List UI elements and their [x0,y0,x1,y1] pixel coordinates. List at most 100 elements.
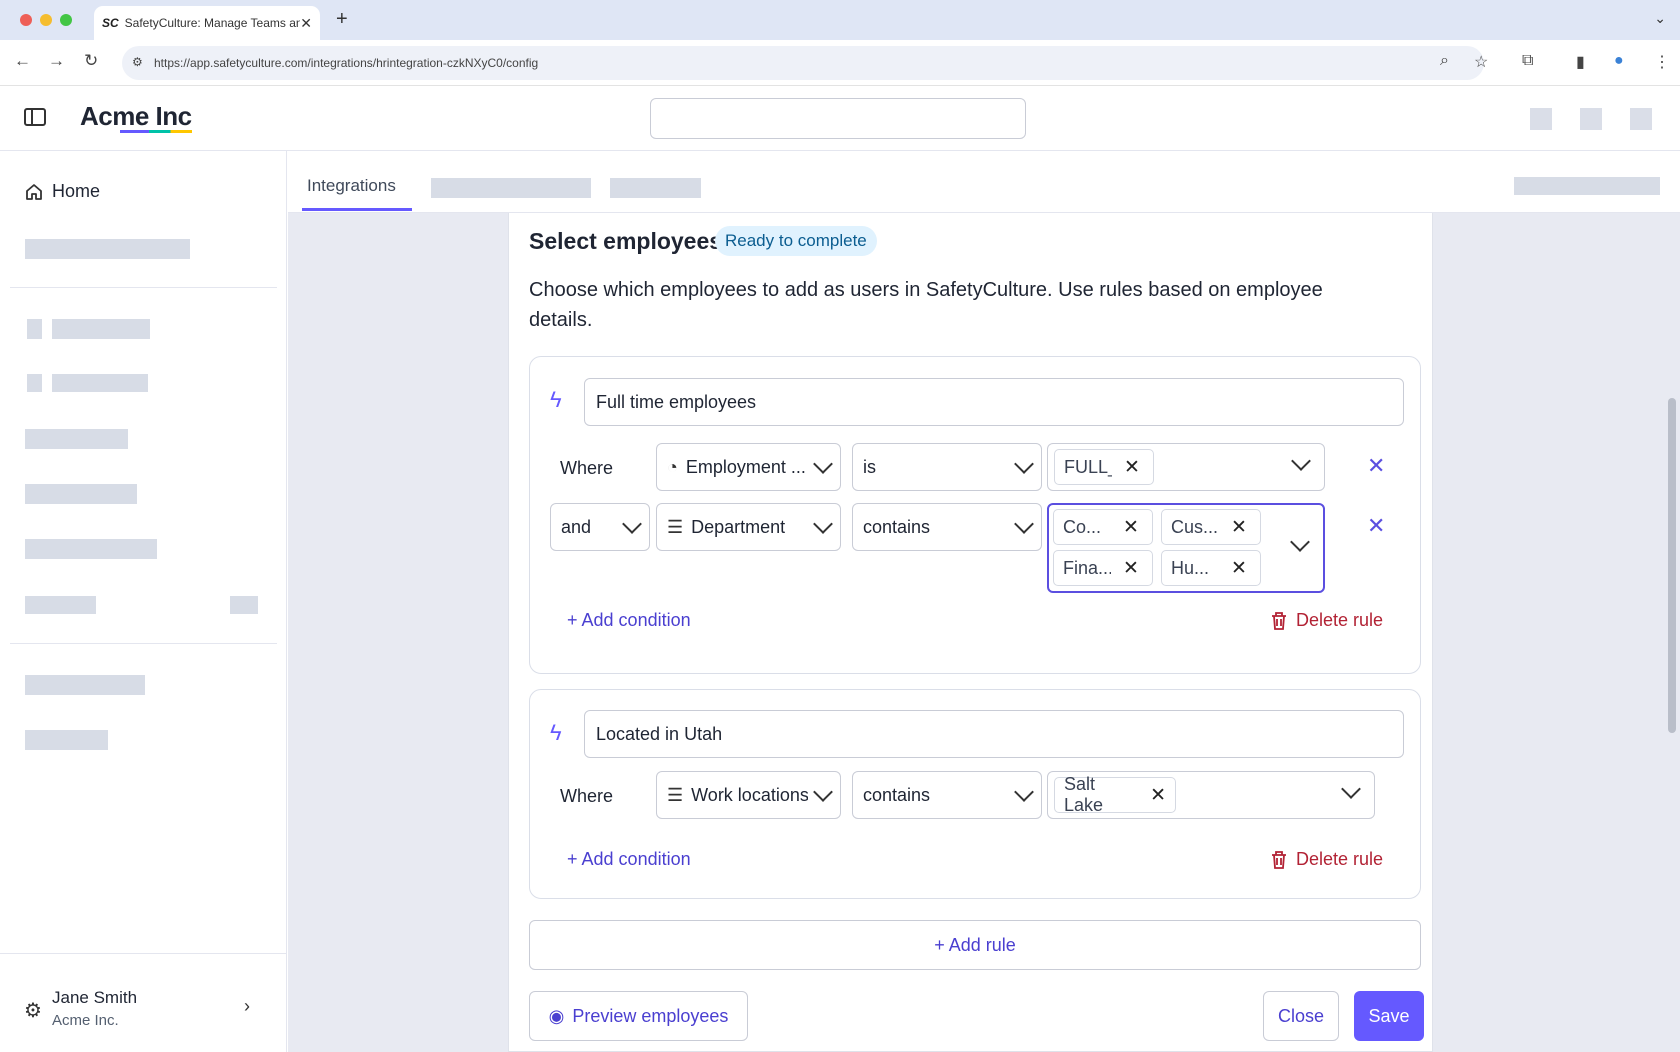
remove-chip-icon[interactable]: ✕ [1123,557,1139,580]
sidebar-placeholder[interactable] [52,319,150,339]
remove-chip-icon[interactable]: ✕ [1123,516,1139,539]
page-tabs: Integrations [288,151,1680,213]
preview-employees-button[interactable]: ◉ Preview employees [529,991,748,1041]
status-badge: Ready to complete [715,226,877,256]
tab-placeholder[interactable] [1514,177,1660,195]
save-button[interactable]: Save [1354,991,1424,1041]
user-menu[interactable]: ⚙ Jane Smith Acme Inc. › [0,953,287,1052]
close-tab-icon[interactable]: ✕ [300,15,312,32]
new-tab-icon[interactable]: + [336,8,348,31]
sidebar-placeholder [27,374,42,392]
condition-prefix: Where [560,786,614,806]
operator-select[interactable]: contains [852,503,1042,551]
address-bar[interactable]: ⚙ https://app.safetyculture.com/integrat… [122,46,1484,80]
operator-select[interactable]: contains [852,771,1042,819]
remove-chip-icon[interactable]: ✕ [1231,516,1247,539]
bookmark-star-icon[interactable]: ☆ [1474,52,1488,72]
browser-menu-icon[interactable]: ⋮ [1654,52,1670,72]
add-condition-button[interactable]: + Add condition [567,610,691,631]
forward-icon[interactable]: → [48,51,65,71]
sidebar-placeholder [27,319,42,339]
list-icon: ☰ [667,516,684,537]
condition-prefix: Where [560,458,614,478]
sidebar-divider [10,287,277,288]
remove-condition-icon[interactable]: ✕ [1367,453,1385,479]
value-chip: Hu... ✕ [1161,550,1261,586]
zoom-icon[interactable]: ⌕ [1440,52,1449,70]
operator-select[interactable]: is [852,443,1042,491]
value-multiselect[interactable]: Salt Lake ✕ [1047,771,1375,819]
profile-avatar-icon[interactable]: ● [1614,52,1624,70]
sidebar-placeholder[interactable] [25,484,137,504]
sidebar-toggle-icon[interactable] [24,108,46,126]
delete-rule-button[interactable]: Delete rule [1270,849,1383,870]
field-select[interactable]: ◔ Employment ... [656,443,841,491]
field-select[interactable]: ☰ Department [656,503,841,551]
sidebar-item-label: Home [52,181,101,201]
rule-name-input[interactable]: Located in Utah [584,710,1404,758]
value-multiselect[interactable]: Co... ✕ Cus... ✕ Fina... ✕ Hu... ✕ [1047,503,1325,593]
chevron-right-icon: › [244,996,250,1016]
sidebar-placeholder[interactable] [25,675,145,695]
app-logo[interactable]: Acme Inc [80,101,192,132]
value-chip: Salt Lake ✕ [1054,774,1176,815]
tab-integrations[interactable]: Integrations [307,176,396,196]
section-title: Select employees [529,228,723,254]
close-window-button[interactable] [20,14,32,26]
remove-condition-icon[interactable]: ✕ [1367,513,1385,539]
sidebar-placeholder[interactable] [52,374,148,392]
extensions-icon[interactable]: ⧉ [1522,52,1533,70]
sidebar-placeholder[interactable] [25,730,108,750]
global-search-input[interactable] [650,98,1026,139]
sidebar-item-home[interactable]: Home [24,181,100,202]
browser-tab[interactable]: SC SafetyCulture: Manage Teams and... ✕ [94,6,320,40]
chevron-down-icon[interactable] [1341,779,1361,799]
favicon-icon: SC [102,16,119,30]
trash-icon [1272,850,1286,869]
lightning-icon: ϟ [550,387,562,412]
header-icon-placeholder[interactable] [1580,108,1602,130]
minimize-window-button[interactable] [40,14,52,26]
config-card: Select employees Ready to complete Choos… [508,213,1433,1052]
delete-rule-button[interactable]: Delete rule [1270,610,1383,631]
remove-chip-icon[interactable]: ✕ [1231,557,1247,580]
chevron-down-icon [813,514,833,534]
conjunction-select[interactable]: and [550,503,650,551]
close-button[interactable]: Close [1263,991,1339,1041]
sidebar-placeholder[interactable] [25,429,128,449]
header-icon-placeholder[interactable] [1630,108,1652,130]
user-org: Acme Inc. [52,1012,119,1029]
section-description: Choose which employees to add as users i… [529,279,1323,331]
remove-chip-icon[interactable]: ✕ [1150,784,1166,807]
header-icon-placeholder[interactable] [1530,108,1552,130]
eye-icon: ◉ [548,1005,565,1026]
trash-icon [1272,611,1286,630]
remove-chip-icon[interactable]: ✕ [1124,456,1140,479]
sidebar-placeholder[interactable] [25,539,157,559]
sidebar-placeholder[interactable] [25,596,96,614]
back-icon[interactable]: ← [14,51,31,71]
chevron-down-icon[interactable] [1291,451,1311,471]
reload-icon[interactable]: ↻ [84,51,98,71]
rule-name-input[interactable]: Full time employees [584,378,1404,426]
side-panel-icon[interactable]: ▮ [1576,52,1585,72]
sidebar-placeholder [25,239,190,259]
add-rule-button[interactable]: + Add rule [529,920,1421,970]
zoom-window-button[interactable] [60,14,72,26]
site-info-icon[interactable]: ⚙ [132,55,143,69]
url-text: https://app.safetyculture.com/integratio… [154,56,539,70]
scrollbar[interactable] [1668,398,1676,733]
add-condition-button[interactable]: + Add condition [567,849,691,870]
chevron-down-icon[interactable] [1290,532,1310,552]
value-chip: Co... ✕ [1053,509,1153,545]
value-multiselect[interactable]: FULL_T✕ [1047,443,1325,491]
sidebar-placeholder [230,596,258,614]
tab-placeholder[interactable] [431,178,591,198]
field-select[interactable]: ☰ Work locations [656,771,841,819]
chevron-down-icon [813,782,833,802]
tab-placeholder[interactable] [610,178,701,198]
value-chip: Fina... ✕ [1053,550,1153,586]
sidebar: Home ⚙ Jane Smith Acme Inc. › [0,151,287,1052]
app-header: Acme Inc [0,86,1680,151]
tab-search-icon[interactable]: ⌄ [1654,10,1666,27]
